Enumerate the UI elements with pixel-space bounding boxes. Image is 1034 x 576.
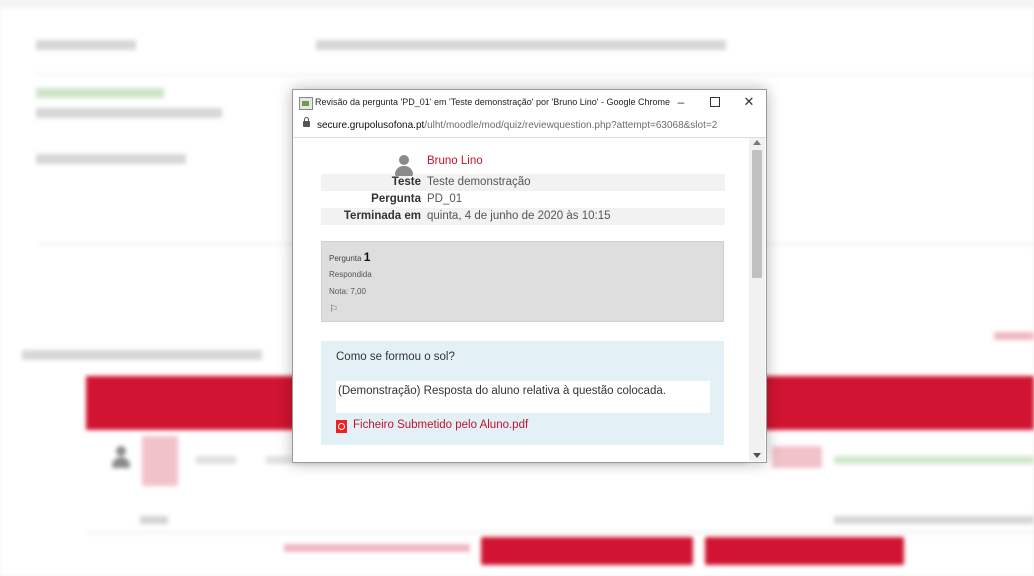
bg-cell (772, 446, 822, 468)
popup-content: Bruno Lino Teste Teste demonstração Perg… (293, 138, 749, 461)
summary-row: Pergunta PD_01 (321, 191, 725, 208)
bg-link (994, 332, 1034, 340)
question-state: Respondida (329, 270, 372, 279)
bg-text (22, 350, 262, 360)
bg-text (316, 40, 726, 50)
flag-icon[interactable]: ⚐ (329, 304, 338, 315)
user-icon (393, 154, 415, 178)
summary-row-user: Bruno Lino (321, 152, 725, 174)
attempt-summary-table: Bruno Lino Teste Teste demonstração Perg… (321, 152, 725, 225)
url-path: /ulht/moodle/mod/quiz/reviewquestion.php… (424, 120, 718, 131)
summary-value: PD_01 (427, 193, 463, 205)
scroll-down-icon[interactable] (753, 453, 761, 458)
bg-text (36, 88, 164, 98)
summary-value: Teste demonstração (427, 176, 531, 188)
url-host: secure.grupolusofona.pt (317, 120, 425, 131)
question-number-value: 1 (363, 250, 371, 264)
window-title: Revisão da pergunta 'PD_01' em 'Teste de… (315, 97, 671, 107)
bg-button (481, 537, 693, 565)
vertical-scrollbar[interactable] (749, 138, 765, 461)
review-popup-window[interactable]: Revisão da pergunta 'PD_01' em 'Teste de… (292, 89, 767, 463)
scroll-up-icon[interactable] (753, 140, 761, 145)
minimize-button[interactable]: – (671, 93, 691, 111)
attachment-link[interactable]: Ficheiro Submetido pelo Aluno.pdf (353, 419, 528, 431)
divider (36, 74, 1034, 75)
close-button[interactable]: ✕ (739, 93, 759, 111)
lock-icon (303, 117, 310, 127)
summary-label: Pergunta (371, 193, 421, 205)
bg-avatar (110, 444, 132, 470)
maximize-icon (710, 97, 720, 107)
bg-cell (140, 516, 168, 524)
user-name-link[interactable]: Bruno Lino (427, 152, 483, 174)
address-bar[interactable]: secure.grupolusofona.pt/ulht/moodle/mod/… (293, 115, 766, 138)
question-number: Pergunta 1 (329, 250, 370, 264)
question-grade: Nota: 7,00 (329, 287, 366, 296)
app-icon (299, 97, 313, 110)
summary-row: Teste Teste demonstração (321, 174, 725, 191)
bg-cell (834, 456, 1034, 464)
bg-text (36, 40, 136, 50)
bg-cell (196, 456, 236, 464)
question-formulation: Como se formou o sol? (Demonstração) Res… (321, 341, 724, 445)
question-text: Como se formou o sol? (336, 351, 455, 363)
question-info-box: Pergunta 1 Respondida Nota: 7,00 ⚐ (321, 241, 724, 322)
scroll-thumb[interactable] (752, 150, 762, 278)
maximize-button[interactable] (705, 93, 725, 111)
student-answer: (Demonstração) Resposta do aluno relativ… (336, 381, 710, 413)
summary-row: Terminada em quinta, 4 de junho de 2020 … (321, 208, 725, 225)
bg-link (284, 544, 470, 552)
summary-value: quinta, 4 de junho de 2020 às 10:15 (427, 210, 611, 222)
pdf-icon (336, 420, 347, 433)
window-titlebar[interactable]: Revisão da pergunta 'PD_01' em 'Teste de… (293, 90, 766, 115)
question-number-label: Pergunta (329, 254, 362, 263)
bg-text (36, 108, 222, 118)
bg-cell (834, 516, 1034, 524)
bg-cell (142, 436, 178, 486)
summary-label: Terminada em (343, 210, 421, 222)
bg-text (36, 154, 186, 164)
url-text[interactable]: secure.grupolusofona.pt/ulht/moodle/mod/… (317, 120, 717, 131)
bg-button (705, 537, 904, 565)
